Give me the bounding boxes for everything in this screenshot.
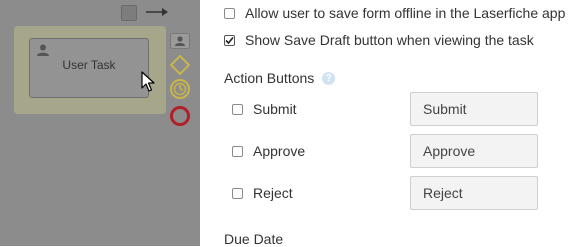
action-reject-option[interactable]: Reject	[232, 185, 293, 201]
mouse-pointer-icon	[141, 71, 155, 92]
user-task-node[interactable]: User Task	[29, 38, 149, 98]
end-event-icon	[170, 106, 190, 126]
approve-button-text-input[interactable]	[410, 134, 538, 168]
add-end-event-tool[interactable]	[170, 106, 190, 126]
gateway-diamond-icon	[170, 55, 190, 75]
action-approve-option[interactable]: Approve	[232, 143, 305, 159]
reject-button-text-input[interactable]	[410, 176, 538, 210]
save-draft-label: Show Save Draft button when viewing the …	[245, 32, 534, 48]
offline-label: Allow user to save form offline in the L…	[245, 5, 566, 21]
action-buttons-title: Action Buttons	[224, 70, 315, 86]
offline-option[interactable]: Allow user to save form offline in the L…	[224, 5, 565, 21]
approve-label: Approve	[253, 143, 306, 159]
timer-icon	[170, 79, 190, 99]
add-timer-event-tool[interactable]	[170, 79, 190, 99]
user-icon	[37, 44, 49, 56]
due-date-heading: Due Date	[224, 231, 283, 247]
reject-checkbox[interactable]	[232, 187, 243, 199]
due-date-title: Due Date	[224, 231, 284, 247]
help-icon[interactable]: ?	[322, 71, 336, 85]
task-shape-tool[interactable]	[121, 5, 137, 21]
add-gateway-tool[interactable]	[170, 55, 190, 75]
submit-button-text-input[interactable]	[410, 92, 538, 126]
save-draft-checkbox[interactable]	[224, 34, 235, 46]
offline-checkbox[interactable]	[224, 7, 235, 19]
save-draft-option[interactable]: Show Save Draft button when viewing the …	[224, 32, 534, 48]
submit-checkbox[interactable]	[232, 103, 243, 115]
sequence-flow-arrow-icon[interactable]	[146, 7, 168, 17]
user-card-icon	[170, 33, 190, 49]
add-user-task-tool[interactable]	[170, 31, 190, 51]
action-submit-option[interactable]: Submit	[232, 101, 297, 117]
checkmark-icon	[225, 36, 234, 44]
reject-label: Reject	[253, 185, 293, 201]
submit-label: Submit	[253, 101, 297, 117]
action-buttons-heading: Action Buttons ?	[224, 70, 336, 86]
process-canvas: User Task	[0, 0, 200, 246]
user-task-label: User Task	[62, 58, 116, 72]
properties-panel: Allow user to save form offline in the L…	[200, 0, 588, 247]
approve-checkbox[interactable]	[232, 145, 243, 157]
